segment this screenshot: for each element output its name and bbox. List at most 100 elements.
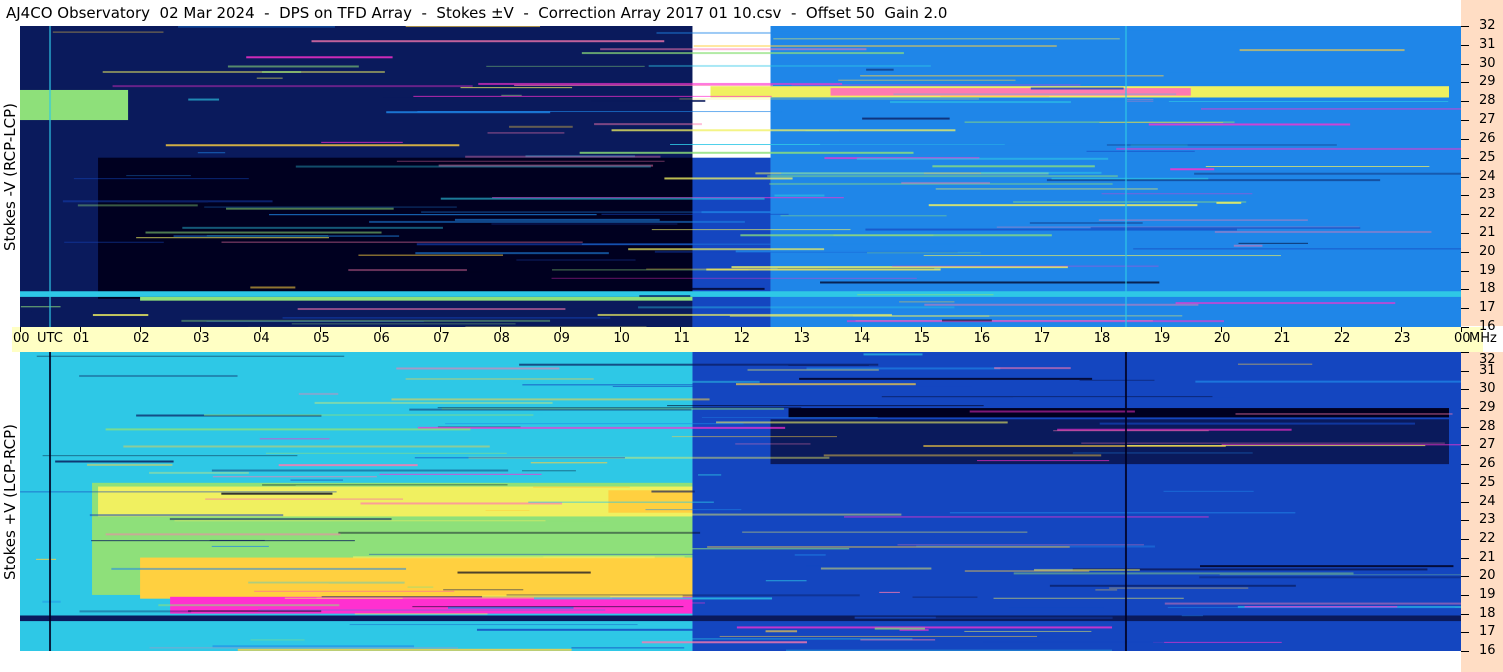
interference-streak xyxy=(405,26,541,28)
time-tick-label: 15 xyxy=(913,331,931,346)
interference-streak xyxy=(91,540,355,542)
interference-streak xyxy=(42,600,61,603)
heatmap-region-0-2 xyxy=(692,157,771,327)
interference-streak xyxy=(501,94,522,96)
interference-streak xyxy=(136,237,329,239)
interference-streak xyxy=(942,319,992,322)
time-tick-label: 03 xyxy=(193,331,210,346)
interference-streak xyxy=(881,396,1213,398)
freq-tick xyxy=(1461,632,1469,634)
interference-streak xyxy=(935,616,1242,619)
interference-streak xyxy=(1205,166,1430,168)
interference-streak xyxy=(126,175,191,177)
interference-streak xyxy=(1086,150,1195,152)
interference-streak xyxy=(111,567,407,570)
heatmap-region-1-7 xyxy=(788,408,1449,418)
interference-streak xyxy=(940,95,1050,97)
marker-line-1 xyxy=(1124,26,1127,327)
interference-streak xyxy=(1238,242,1309,244)
interference-streak xyxy=(638,306,955,309)
interference-streak xyxy=(1200,108,1461,110)
interference-streak xyxy=(258,609,606,611)
interference-streak xyxy=(590,99,706,102)
freq-tick-label: 17 xyxy=(1479,624,1496,640)
freq-tick xyxy=(1461,538,1469,540)
interference-streak xyxy=(237,648,572,651)
interference-streak xyxy=(413,95,772,97)
freq-tick-label: 26 xyxy=(1479,456,1496,472)
interference-streak xyxy=(182,226,443,229)
interference-streak xyxy=(667,405,984,407)
interference-streak xyxy=(437,407,802,409)
interference-streak xyxy=(1072,452,1253,454)
interference-streak xyxy=(1046,179,1381,182)
interference-streak xyxy=(509,125,573,128)
interference-streak xyxy=(892,265,1159,267)
freq-tick xyxy=(1461,26,1469,27)
interference-streak xyxy=(164,583,329,586)
freq-tick-label: 30 xyxy=(1479,381,1496,397)
interference-streak xyxy=(1081,442,1445,444)
interference-streak xyxy=(265,452,507,454)
freq-tick-label: 18 xyxy=(1479,281,1496,297)
interference-streak xyxy=(611,129,956,132)
interference-streak xyxy=(414,457,625,459)
interference-streak xyxy=(994,367,1071,370)
interference-streak xyxy=(1239,49,1405,52)
interference-streak xyxy=(158,604,340,607)
interference-streak xyxy=(145,231,382,234)
freq-tick xyxy=(1461,214,1469,216)
freq-tick-label: 21 xyxy=(1479,549,1496,565)
interference-streak xyxy=(1079,379,1155,381)
interference-streak xyxy=(491,223,678,226)
interference-streak xyxy=(932,165,1095,168)
interference-streak xyxy=(981,171,1102,174)
interference-streak xyxy=(465,155,661,158)
freq-tick-label: 31 xyxy=(1479,36,1496,52)
interference-streak xyxy=(1167,607,1455,609)
interference-streak xyxy=(923,255,1281,257)
interference-streak xyxy=(1153,641,1282,643)
interference-streak xyxy=(719,635,1038,637)
freq-tick xyxy=(1461,408,1469,410)
interference-streak xyxy=(1103,404,1456,406)
freq-tick-label: 23 xyxy=(1479,512,1496,528)
interference-streak xyxy=(407,586,434,588)
heatmap-region-1-4 xyxy=(140,557,693,599)
interference-streak xyxy=(993,597,1184,599)
interference-streak xyxy=(935,188,1158,190)
interference-streak xyxy=(785,649,1113,651)
marker-line-1 xyxy=(1124,352,1127,651)
interference-streak xyxy=(949,512,1296,514)
interference-streak xyxy=(862,117,950,120)
freq-tick-label: 25 xyxy=(1479,474,1496,490)
interference-streak xyxy=(899,301,955,303)
interference-streak xyxy=(856,157,1109,160)
freq-tick xyxy=(1461,445,1469,447)
interference-streak xyxy=(765,630,798,633)
interference-streak xyxy=(174,520,546,522)
interference-streak xyxy=(1109,587,1249,589)
interference-streak xyxy=(383,97,486,99)
interference-streak xyxy=(485,509,530,511)
time-tick-label: 06 xyxy=(373,331,390,346)
interference-streak xyxy=(781,172,924,175)
interference-streak xyxy=(1163,490,1254,492)
interference-streak xyxy=(226,207,394,210)
interference-streak xyxy=(664,177,793,180)
interference-streak xyxy=(897,544,1144,546)
interference-streak xyxy=(291,323,516,325)
interference-streak xyxy=(857,294,994,296)
interference-streak xyxy=(1008,607,1104,610)
y-axis-label-top-text: Stokes -V (RCP-LCP) xyxy=(1,102,19,251)
freq-tick-label: 24 xyxy=(1479,168,1496,184)
interference-streak xyxy=(52,31,164,33)
interference-streak xyxy=(443,589,524,591)
marker-line-0 xyxy=(49,352,52,651)
interference-streak xyxy=(460,87,573,89)
interference-streak xyxy=(1175,302,1396,305)
freq-tick xyxy=(1461,557,1469,559)
interference-streak xyxy=(297,308,566,311)
time-tick-label: 02 xyxy=(133,331,150,346)
interference-streak xyxy=(1098,219,1308,221)
